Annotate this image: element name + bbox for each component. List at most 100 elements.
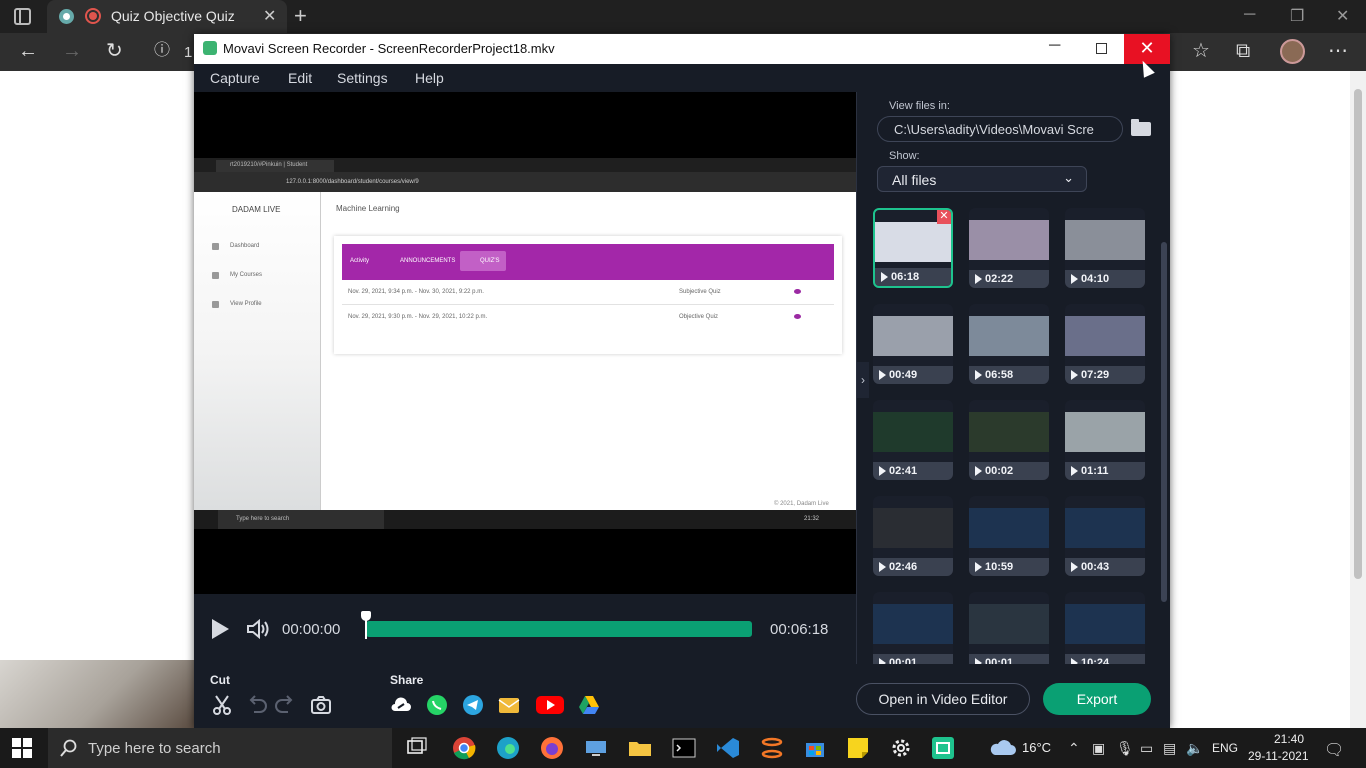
google-drive-icon[interactable] [578,694,600,716]
video-thumbnail[interactable]: 06:58 [969,304,1049,384]
video-thumbnail[interactable]: 00:02 [969,400,1049,480]
collections-icon[interactable]: ⧉ [1236,41,1250,61]
chevron-up-icon[interactable]: ⌃ [1068,740,1080,757]
telegram-icon[interactable] [462,694,484,716]
open-in-video-editor-button[interactable]: Open in Video Editor [856,683,1030,715]
menu-settings[interactable]: Settings [337,70,388,86]
browser-close-button[interactable]: ✕ [1336,6,1349,26]
weather-temperature[interactable]: 16°C [1022,740,1051,755]
taskbar-search-box[interactable]: Type here to search [48,728,392,768]
page-scrollbar-thumb[interactable] [1354,89,1362,579]
browser-minimize-button[interactable]: ─ [1244,6,1255,24]
thumbnail-image [969,604,1049,644]
scissors-icon[interactable] [211,694,233,716]
forward-icon[interactable]: → [62,41,82,61]
remote-desktop-icon[interactable] [583,736,609,760]
terminal-icon[interactable] [671,736,697,760]
close-tab-button[interactable]: ✕ [263,6,276,26]
minimize-button[interactable]: ─ [1049,37,1060,55]
video-thumbnail[interactable]: 02:41 [873,400,953,480]
chevron-down-icon: ⌄ [1063,170,1074,185]
video-thumbnail[interactable]: 10:24 [1065,592,1145,664]
menu-help[interactable]: Help [415,70,444,86]
taskbar-search-placeholder: Type here to search [88,740,221,757]
redo-icon[interactable] [274,694,296,716]
recorded-course-title: Machine Learning [336,204,400,213]
video-preview[interactable]: rt2019210/#Pinkuin | Student 127.0.0.1:8… [194,92,856,594]
volume-icon[interactable] [246,619,270,639]
folder-icon[interactable] [1131,119,1151,136]
file-filter-select[interactable]: All files ⌄ [877,166,1087,192]
video-thumbnail[interactable]: 00:49 [873,304,953,384]
thumbnail-duration: 02:22 [969,270,1049,288]
chrome-icon[interactable] [451,736,477,760]
vscode-icon[interactable] [715,736,741,760]
collapse-panel-button[interactable]: › [857,362,869,398]
language-indicator[interactable]: ENG [1212,741,1238,755]
site-info-icon[interactable]: ⓘ [154,41,170,61]
firefox-icon[interactable] [539,736,565,760]
thumbnail-duration: 00:49 [873,366,953,384]
sticky-notes-icon[interactable] [845,736,871,760]
settings-gear-icon[interactable] [888,736,914,760]
whatsapp-icon[interactable] [426,694,448,716]
video-thumbnail[interactable]: 06:18 ✕ [873,208,953,288]
webcam-tray-icon[interactable]: ▣ [1092,740,1105,757]
youtube-icon[interactable] [536,694,564,716]
video-thumbnail[interactable]: 00:01 [969,592,1049,664]
video-thumbnail[interactable]: 01:11 [1065,400,1145,480]
video-thumbnail[interactable]: 02:46 [873,496,953,576]
thumbnail-image [873,508,953,548]
delete-thumbnail-button[interactable]: ✕ [937,210,951,224]
address-bar-text[interactable]: 1 [184,43,192,63]
task-view-icon[interactable] [404,736,430,760]
cut-heading: Cut [210,673,230,687]
menu-capture[interactable]: Capture [210,70,260,86]
undo-icon[interactable] [246,694,268,716]
windows-taskbar: Type here to search 16°C ⌃ ▣ 🎙 ▭ ▤ 🔈 ENG… [0,728,1366,768]
movavi-taskbar-icon[interactable] [930,736,956,760]
current-time: 00:00:00 [282,621,341,638]
video-thumbnail[interactable]: 00:01 [873,592,953,664]
export-button[interactable]: Export [1043,683,1151,715]
progress-bar[interactable] [366,621,752,637]
camera-icon[interactable] [310,694,332,716]
weather-cloud-icon[interactable] [988,737,1018,759]
video-thumbnail[interactable]: 10:59 [969,496,1049,576]
video-thumbnail[interactable]: 07:29 [1065,304,1145,384]
microphone-icon[interactable]: 🎙 [1116,740,1134,757]
windows-start-icon[interactable] [12,738,32,758]
battery-icon[interactable]: ▭ [1140,740,1153,757]
clock-date[interactable]: 29-11-2021 [1248,749,1309,763]
new-tab-button[interactable]: + [294,3,307,29]
browser-tab[interactable]: Quiz Objective Quiz ✕ [47,0,287,33]
email-icon[interactable] [498,694,520,716]
edge-icon[interactable] [495,736,521,760]
play-button[interactable] [212,619,229,639]
tab-actions-icon[interactable] [14,8,31,25]
refresh-icon[interactable]: ↻ [106,41,123,61]
grid-scrollbar[interactable] [1161,242,1167,602]
browser-restore-button[interactable]: ❐ [1290,6,1304,26]
cloud-link-icon[interactable] [390,694,412,716]
video-thumbnail[interactable]: 02:22 [969,208,1049,288]
site-favicon-icon [59,9,74,24]
clock-time[interactable]: 21:40 [1262,732,1316,746]
more-menu-icon[interactable]: ⋯ [1328,41,1348,61]
notifications-icon[interactable]: 🗨 [1324,740,1344,760]
network-icon[interactable]: ▤ [1163,740,1176,757]
page-scrollbar[interactable] [1350,71,1366,728]
progress-handle[interactable] [361,611,371,639]
video-thumbnail[interactable]: 04:10 [1065,208,1145,288]
path-field[interactable]: C:\Users\adity\Videos\Movavi Scre [877,116,1123,142]
menu-edit[interactable]: Edit [288,70,312,86]
back-icon[interactable]: ← [18,41,38,61]
file-explorer-icon[interactable] [627,736,653,760]
jupyter-icon[interactable] [759,736,785,760]
video-thumbnail[interactable]: 00:43 [1065,496,1145,576]
microsoft-store-icon[interactable] [802,736,828,760]
maximize-button[interactable] [1096,43,1107,54]
profile-avatar[interactable] [1280,39,1305,64]
favorites-icon[interactable]: ☆ [1192,41,1210,61]
speaker-icon[interactable]: 🔈 [1186,740,1203,757]
